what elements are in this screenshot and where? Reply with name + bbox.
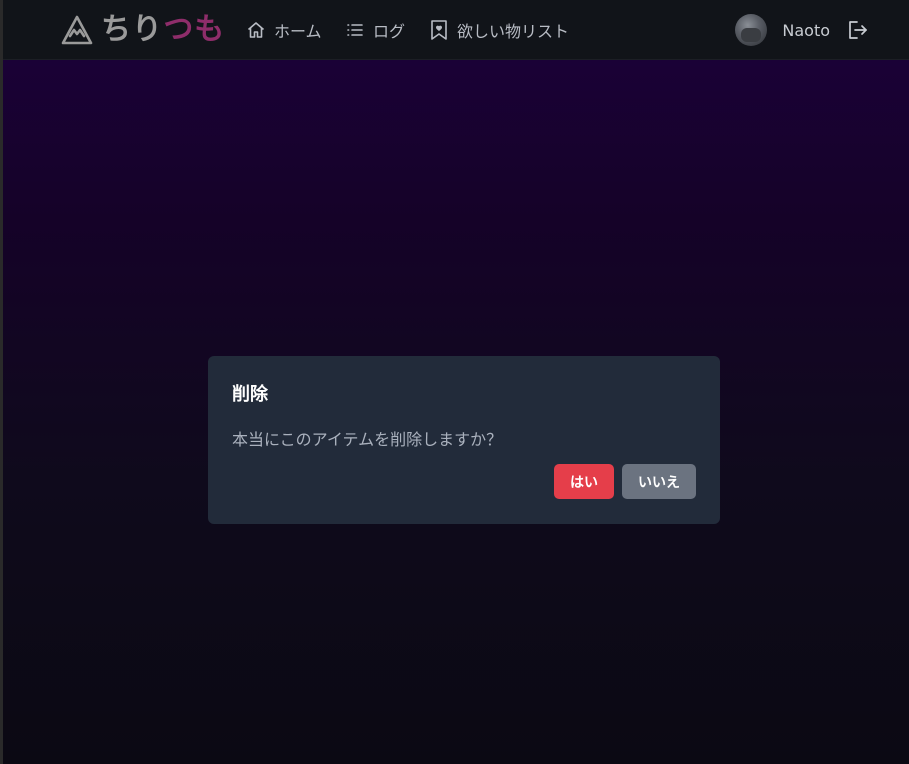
brand-logo[interactable]: ちりつも bbox=[61, 12, 225, 48]
bookmark-heart-icon bbox=[431, 20, 447, 40]
nav-home-link[interactable]: ホーム bbox=[246, 17, 322, 43]
logout-icon[interactable] bbox=[846, 19, 868, 41]
nav-log-link[interactable]: ログ bbox=[345, 17, 405, 43]
list-icon bbox=[347, 24, 363, 36]
nav-home-label: ホーム bbox=[274, 22, 322, 41]
user-name: Naoto bbox=[782, 20, 830, 40]
delete-confirm-dialog: 削除 本当にこのアイテムを削除しますか？ はい いいえ bbox=[208, 356, 720, 524]
nav-log-label: ログ bbox=[373, 22, 406, 41]
nav-wishlist-label: 欲しい物リスト bbox=[457, 22, 570, 41]
brand-name-part2: つも bbox=[163, 12, 226, 47]
page-background: ちりつも ホーム ログ 欲しい物リスト Naoto 削除 本当にこのアイテムを削… bbox=[0, 0, 909, 764]
nav-wishlist-link[interactable]: 欲しい物リスト bbox=[429, 17, 569, 43]
confirm-no-button[interactable]: いいえ bbox=[622, 464, 696, 499]
mountain-icon bbox=[61, 15, 93, 45]
brand-name: ちりつも bbox=[101, 12, 225, 48]
user-menu: Naoto bbox=[735, 13, 868, 47]
dialog-title: 削除 bbox=[232, 384, 268, 405]
home-icon bbox=[247, 22, 265, 38]
navbar: ちりつも ホーム ログ 欲しい物リスト Naoto bbox=[3, 0, 909, 60]
confirm-yes-button[interactable]: はい bbox=[554, 464, 614, 499]
dialog-message: 本当にこのアイテムを削除しますか？ bbox=[232, 430, 503, 449]
avatar[interactable] bbox=[735, 14, 768, 46]
brand-name-part1: ちり bbox=[101, 12, 164, 47]
